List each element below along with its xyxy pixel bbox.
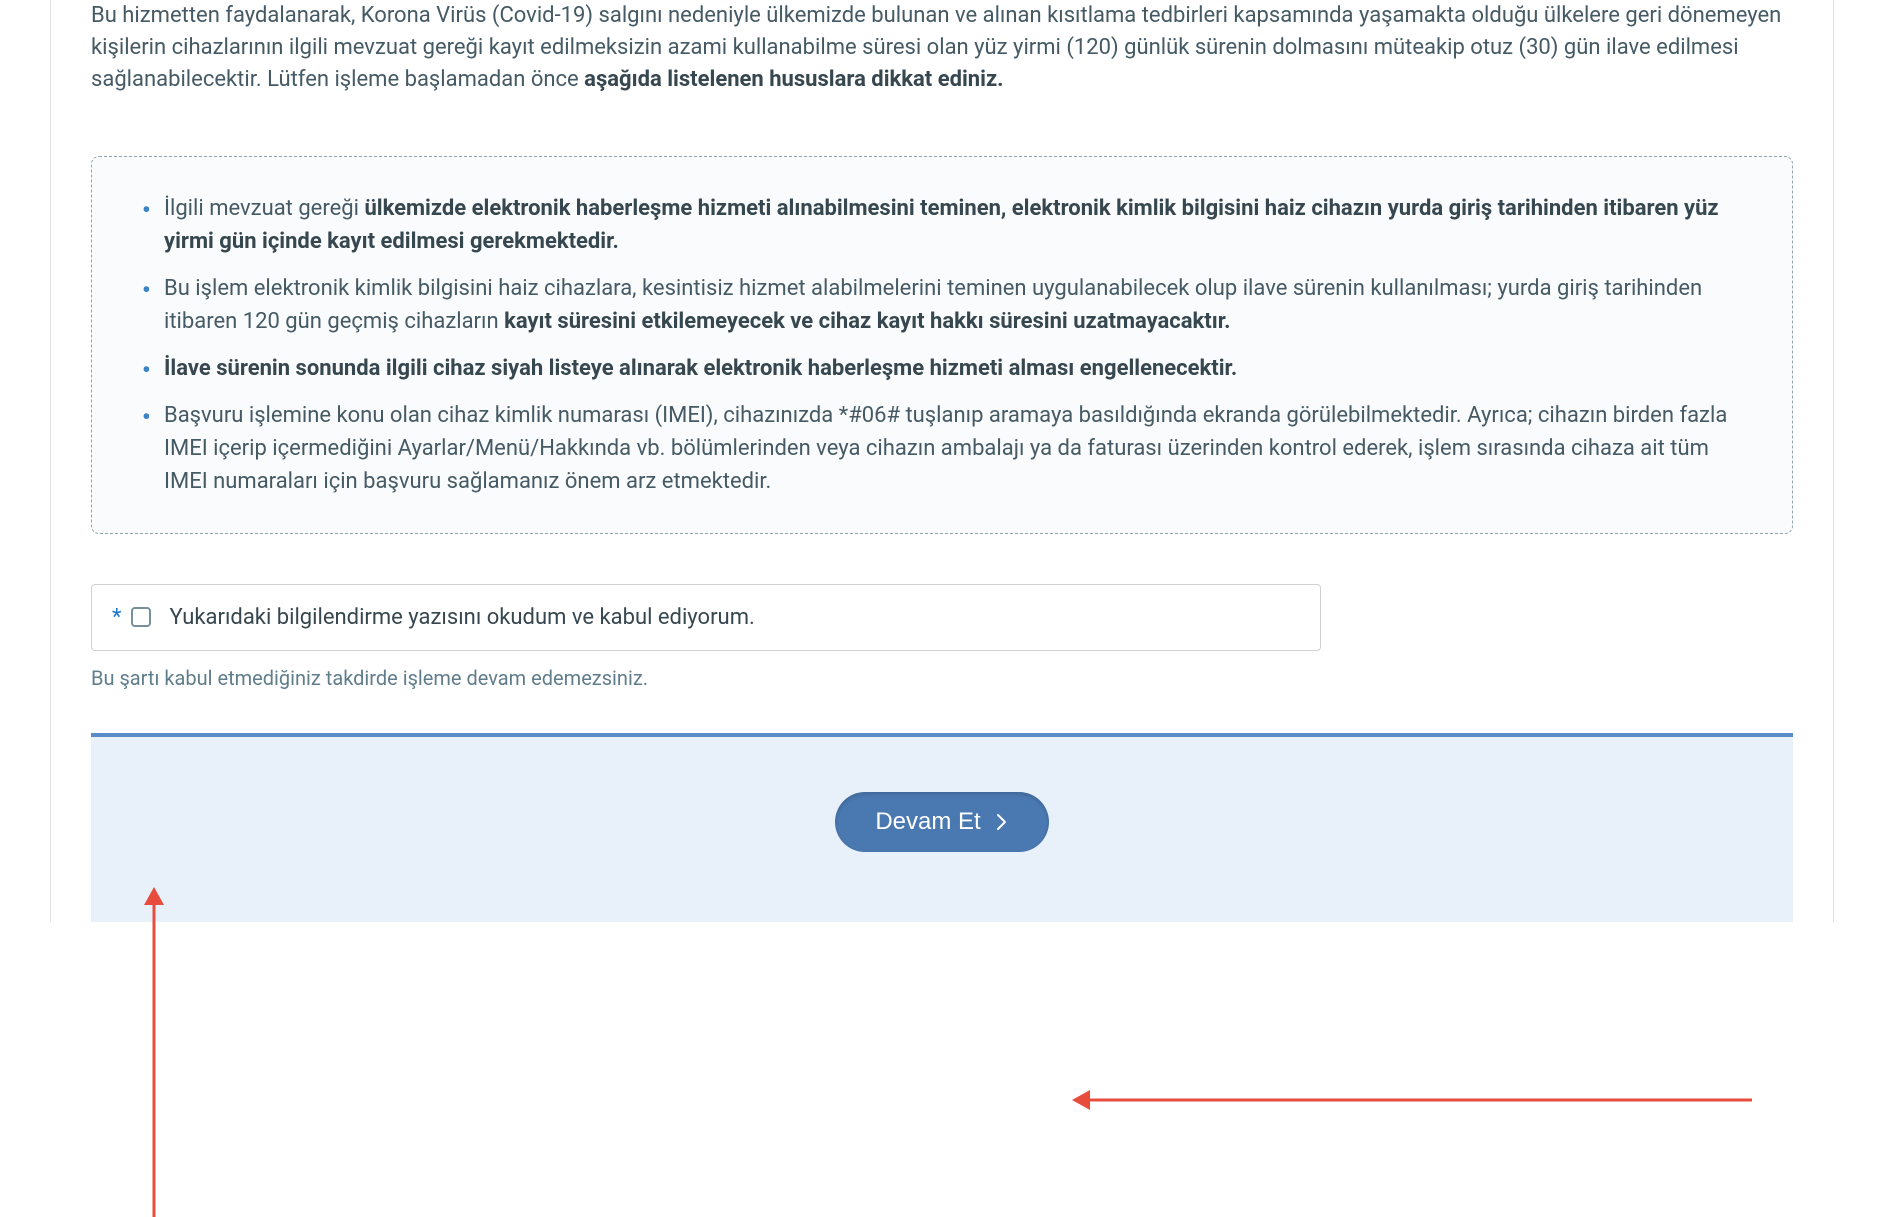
button-section: Devam Et [91, 733, 1793, 922]
list-item: Bu işlem elektronik kimlik bilgisini hai… [142, 272, 1752, 338]
list-item: Başvuru işlemine konu olan cihaz kimlik … [142, 399, 1752, 498]
continue-button[interactable]: Devam Et [835, 792, 1048, 852]
list-item-prefix: Başvuru işlemine konu olan cihaz kimlik … [164, 403, 1727, 494]
annotation-arrow-vertical [142, 887, 166, 1217]
annotation-arrow-horizontal [1072, 1088, 1752, 1112]
checkbox-container: * Yukarıdaki bilgilendirme yazısını okud… [91, 584, 1793, 651]
list-item: İlave sürenin sonunda ilgili cihaz siyah… [142, 352, 1752, 385]
intro-paragraph: Bu hizmetten faydalanarak, Korona Virüs … [91, 0, 1793, 96]
list-item-bold: kayıt süresini etkilemeyecek ve cihaz ka… [504, 309, 1230, 334]
info-list: İlgili mevzuat gereği ülkemizde elektron… [142, 192, 1752, 498]
chevron-right-icon [995, 813, 1009, 831]
list-item: İlgili mevzuat gereği ülkemizde elektron… [142, 192, 1752, 258]
required-indicator: * [112, 601, 121, 634]
list-item-bold: ülkemizde elektronik haberleşme hizmeti … [164, 196, 1719, 254]
accept-terms-checkbox[interactable] [131, 607, 151, 627]
info-box: İlgili mevzuat gereği ülkemizde elektron… [91, 156, 1793, 534]
continue-button-label: Devam Et [875, 808, 980, 836]
list-item-bold: İlave sürenin sonunda ilgili cihaz siyah… [164, 356, 1237, 381]
checkbox-box[interactable]: * Yukarıdaki bilgilendirme yazısını okud… [91, 584, 1321, 651]
list-item-prefix: İlgili mevzuat gereği [164, 196, 364, 221]
helper-text: Bu şartı kabul etmediğiniz takdirde işle… [91, 663, 1793, 693]
intro-text-bold: aşağıda listelenen hususlara dikkat edin… [584, 67, 1003, 92]
checkbox-label: Yukarıdaki bilgilendirme yazısını okudum… [169, 601, 754, 634]
